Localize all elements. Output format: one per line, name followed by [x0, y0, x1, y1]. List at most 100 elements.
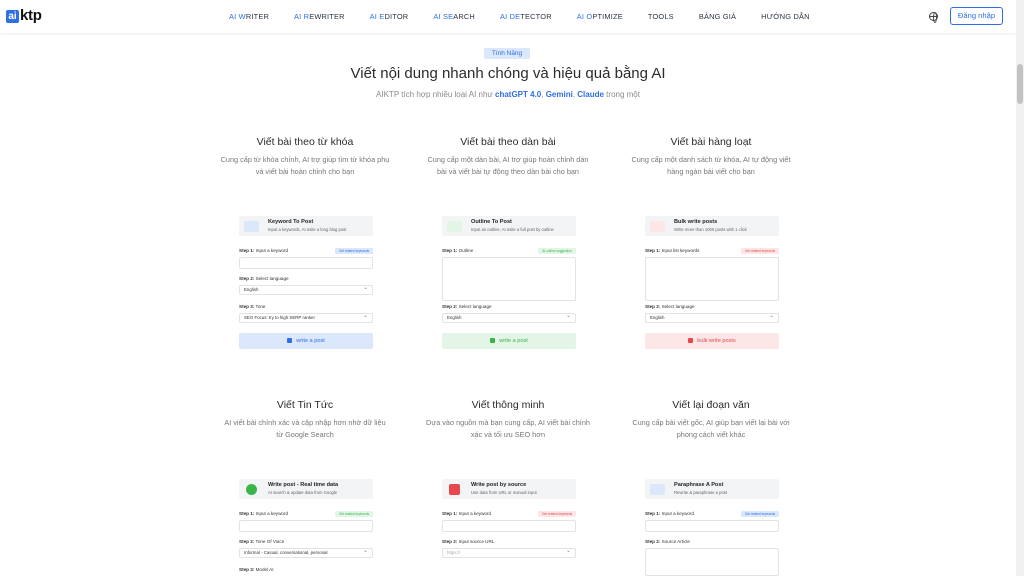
document-icon [449, 484, 460, 495]
step-1-label: Step 1: Input a keyword [442, 511, 491, 516]
card-subtitle: Write more than 1000 posts with 1 click [674, 227, 747, 232]
source-article-textarea[interactable] [645, 548, 779, 576]
source-url-input[interactable]: https:// [442, 548, 576, 558]
step-text: Model AI [255, 567, 274, 572]
step-text: Select language [661, 304, 695, 309]
subtitle-suffix: trong một [603, 90, 640, 99]
fire-icon [650, 221, 665, 232]
nav-ai-writer[interactable]: AI WRITER [229, 12, 269, 21]
features-badge: Tính Năng [484, 48, 530, 59]
main-nav: AI WRITER AI REWRITER AI EDITOR AI SEARC… [229, 0, 835, 33]
edit-icon [490, 337, 496, 343]
step-number: Step 2: [645, 304, 661, 309]
nav-ai-detector[interactable]: AI DETECTOR [500, 12, 552, 21]
outline-textarea[interactable] [442, 257, 576, 301]
step-number: Step 1: [442, 248, 458, 253]
nav-guide[interactable]: HƯỚNG DẪN [761, 12, 810, 21]
button-label: write a post [499, 338, 528, 344]
nav-ai-editor-rest: DITOR [384, 12, 409, 21]
nav-ai-optimize-hl: AI O [576, 12, 593, 21]
step-2-label: Step 2: Select language [645, 304, 695, 309]
nav-tools[interactable]: TOOLS [648, 12, 674, 21]
keyword-input[interactable] [645, 520, 779, 532]
step-1-label: Step 1: Outline [442, 248, 473, 253]
write-post-button[interactable]: write a post [239, 333, 373, 349]
step-number: Step 1: [442, 511, 458, 516]
keyword-input[interactable] [239, 520, 373, 532]
card-subtitle: Rewrite & paraphrase a post [674, 490, 728, 495]
step-number: Step 2: [442, 539, 458, 544]
related-keywords-button[interactable]: Get related keywords [335, 248, 373, 254]
step-2-label: Step 2: Input source URL [442, 539, 494, 544]
card-title: Bulk write posts [674, 219, 718, 225]
step-3-label: Step 3: Model AI [239, 567, 273, 572]
card-title: Outline To Post [471, 219, 512, 225]
model-gemini: Gemini [545, 90, 573, 99]
keywords-textarea[interactable] [645, 257, 779, 301]
step-text: Source Article [661, 539, 690, 544]
tone-select[interactable]: SEO Focus: try to high SERP ranker [239, 313, 373, 323]
step-text: Tone Of Voice [255, 539, 285, 544]
feature-card-outline-to-post: Outline To Post Input an outline, AI wri… [442, 216, 578, 351]
nav-ai-rewriter[interactable]: AI REWRITER [294, 12, 345, 21]
feature-description: Cung cấp một dàn bài, AI trợ giúp hoàn c… [427, 155, 589, 176]
globe-icon[interactable] [929, 12, 938, 23]
nav-ai-rewriter-rest: EWRITER [309, 12, 345, 21]
scrollbar-thumb[interactable] [1017, 64, 1023, 104]
card-title: Paraphrase A Post [674, 482, 724, 488]
edit-icon [287, 337, 293, 343]
feature-title: Viết bài hàng loạt [670, 136, 752, 148]
feature-card-bulk-write: Bulk write posts Write more than 1000 po… [645, 216, 781, 351]
login-button[interactable]: Đăng nhập [950, 7, 1003, 25]
logo[interactable]: ai ktp [6, 8, 42, 24]
outline-suggestion-button[interactable]: AI outline suggestion [538, 248, 576, 254]
step-text: Input list keywords [661, 248, 700, 253]
step-2-label: Step 2: Select language [239, 276, 289, 281]
related-keywords-button[interactable]: Get related keywords [538, 511, 576, 517]
nav-ai-detector-rest: TECTOR [520, 12, 552, 21]
step-text: Input source URL [458, 539, 495, 544]
language-select[interactable]: English [239, 285, 373, 295]
list-icon [447, 221, 462, 232]
feature-title: Viết Tin Tức [276, 399, 334, 411]
feature-description: Cung cấp một danh sách từ khóa, AI tự độ… [631, 155, 791, 176]
top-header: ai ktp AI WRITER AI REWRITER AI EDITOR A… [0, 0, 1016, 33]
step-2-label: Step 2: Tone Of Voice [239, 539, 284, 544]
card-subtitle: Input a keywords, AI write a long blog p… [268, 227, 347, 232]
step-number: Step 1: [239, 248, 255, 253]
step-text: Select language [458, 304, 492, 309]
feature-description: Cung cấp từ khóa chính, AI trợ giúp tìm … [220, 155, 390, 176]
related-keywords-button[interactable]: Get related keywords [335, 511, 373, 517]
bulk-write-button[interactable]: bulk write posts [645, 333, 779, 349]
step-2-label: Step 2: Source Article [645, 539, 690, 544]
nav-ai-optimize[interactable]: AI OPTIMIZE [577, 12, 623, 21]
nav-pricing-label: BẢNG GIÁ [698, 12, 737, 21]
card-header: Outline To Post Input an outline, AI wri… [442, 216, 576, 236]
card-header: Write post - Real time data AI search & … [239, 479, 373, 499]
step-2-label: Step 2: Select language [442, 304, 492, 309]
card-header: Write post by source Use data from URL o… [442, 479, 576, 499]
related-keywords-button[interactable]: Get related keywords [741, 248, 779, 254]
keyboard-icon [244, 221, 259, 232]
tone-select[interactable]: Informal - Casual, conversational, perso… [239, 548, 373, 558]
step-text: Input a keyword [255, 511, 289, 516]
step-text: Tone [255, 304, 266, 309]
nav-pricing[interactable]: BẢNG GIÁ [699, 12, 736, 21]
related-keywords-button[interactable]: Get related keywords [741, 511, 779, 517]
keyword-input[interactable] [239, 257, 373, 269]
card-title: Keyword To Post [268, 219, 314, 225]
nav-ai-editor[interactable]: AI EDITOR [370, 12, 409, 21]
step-text: Input a keyword [255, 248, 289, 253]
write-post-button[interactable]: write a post [442, 333, 576, 349]
language-select[interactable]: English [442, 313, 576, 323]
language-select[interactable]: English [645, 313, 779, 323]
step-text: Select language [255, 276, 289, 281]
keyword-input[interactable] [442, 520, 576, 532]
nav-ai-search[interactable]: AI SEARCH [433, 12, 475, 21]
nav-ai-search-hl: AI SE [433, 12, 454, 21]
feature-card-real-time: Write post - Real time data AI search & … [239, 479, 375, 576]
step-3-label: Step 3: Tone [239, 304, 266, 309]
logo-mark: ai [6, 9, 19, 23]
nav-ai-optimize-rest: PTIMIZE [592, 12, 623, 21]
step-1-label: Step 1: Input a keyword [239, 248, 288, 253]
